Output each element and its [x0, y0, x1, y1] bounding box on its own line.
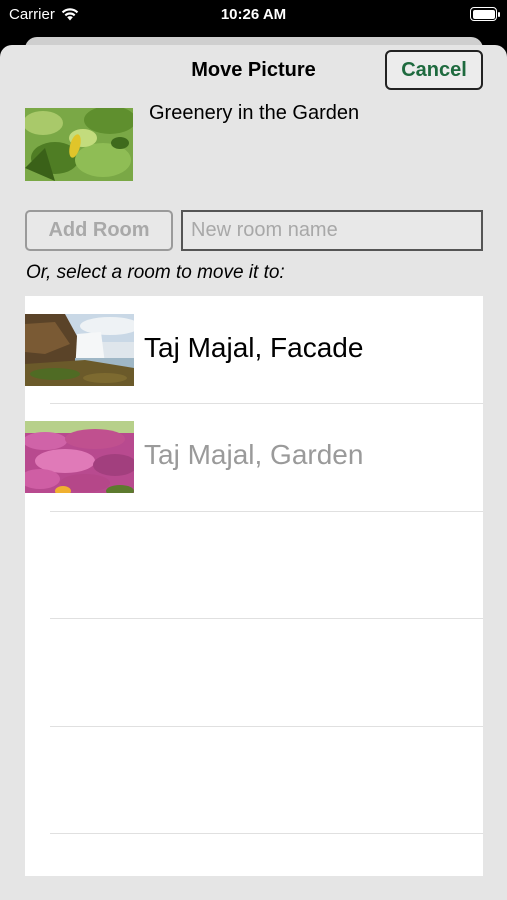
picture-thumbnail	[25, 108, 133, 181]
row-separator	[50, 726, 483, 727]
battery-icon	[470, 7, 500, 21]
row-separator	[50, 511, 483, 512]
room-label: Taj Majal, Garden	[144, 439, 364, 470]
new-room-name-input[interactable]: New room name	[181, 210, 483, 251]
room-label: Taj Majal, Facade	[144, 332, 364, 363]
add-room-button[interactable]: Add Room	[25, 210, 173, 251]
picture-name: Greenery in the Garden	[149, 102, 360, 124]
room-row-garden: Taj Majal, Garden	[25, 403, 483, 510]
status-bar: Carrier 10:26 AM	[0, 0, 507, 30]
room-thumbnail-facade	[25, 314, 134, 386]
cancel-button[interactable]: Cancel	[385, 50, 483, 90]
row-separator	[50, 618, 483, 619]
clock: 10:26 AM	[220, 6, 287, 23]
select-room-prompt: Or, select a room to move it to:	[26, 262, 285, 283]
row-separator	[50, 833, 483, 834]
room-row-facade[interactable]: Taj Majal, Facade	[25, 296, 483, 403]
move-picture-sheet: Move Picture Cancel Greenery in the Gard…	[0, 45, 507, 900]
room-thumbnail-garden	[25, 421, 134, 493]
room-list: Taj Majal, Facade Taj Majal, Garden	[25, 296, 483, 876]
